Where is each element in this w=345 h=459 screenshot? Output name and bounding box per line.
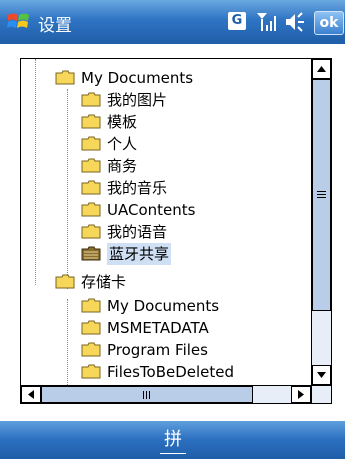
windows-start-icon[interactable] — [6, 9, 32, 35]
tree-node-label: MSMETADATA — [107, 319, 209, 337]
folder-icon — [81, 342, 101, 357]
window-title: 设置 — [38, 16, 72, 36]
folder-tree-content: My Documents 我的图片 模板 个人 商务 我的音乐 UAConten… — [21, 59, 311, 385]
title-bar: 设置 G ok — [0, 0, 345, 44]
scroll-right-button[interactable] — [291, 386, 311, 403]
arrow-up-icon — [317, 66, 326, 72]
vertical-scroll-thumb[interactable] — [312, 79, 331, 311]
arrow-right-icon — [298, 390, 304, 399]
signal-strength-icon[interactable] — [256, 10, 278, 34]
folder-icon — [55, 274, 75, 289]
tree-node-label: 个人 — [107, 135, 138, 153]
tree-node-label: 我的音乐 — [107, 179, 168, 197]
tree-node-label: My Documents — [107, 297, 220, 315]
horizontal-scrollbar[interactable] — [21, 385, 311, 403]
scroll-up-button[interactable] — [312, 59, 331, 79]
tree-guide-line — [35, 59, 36, 285]
volume-icon[interactable] — [284, 11, 306, 33]
softkey-bar: 拼 — [0, 421, 345, 459]
tree-node-label: 存储卡 — [81, 273, 127, 291]
gprs-icon[interactable]: G — [228, 12, 246, 30]
folder-icon — [81, 158, 101, 173]
scrollbar-corner — [311, 385, 331, 403]
tree-node-label: 我的语音 — [107, 223, 168, 241]
folder-icon — [81, 364, 101, 379]
input-method-button[interactable]: 拼 — [160, 427, 186, 454]
horizontal-scroll-thumb[interactable] — [41, 386, 253, 403]
tree-node-label: 商务 — [107, 157, 138, 175]
ok-button[interactable]: ok — [314, 11, 344, 35]
tree-guide-line — [67, 299, 68, 385]
tree-node-label: Program Files — [107, 341, 208, 359]
tree-node-label: UAContents — [107, 201, 196, 219]
arrow-down-icon — [317, 372, 326, 378]
tree-node-label: 我的图片 — [107, 91, 168, 109]
folder-icon — [81, 320, 101, 335]
folder-icon — [55, 70, 75, 85]
folder-icon — [81, 224, 101, 239]
folder-icon — [81, 180, 101, 195]
tree-guide-line — [67, 89, 68, 289]
tree-node-label: My Documents — [81, 69, 194, 87]
scroll-left-button[interactable] — [21, 386, 41, 403]
folder-icon — [81, 136, 101, 151]
scroll-down-button[interactable] — [312, 365, 331, 385]
vertical-scrollbar[interactable] — [311, 59, 331, 385]
folder-tree[interactable]: My Documents 我的图片 模板 个人 商务 我的音乐 UAConten… — [20, 58, 332, 404]
folder-icon — [81, 202, 101, 217]
folder-icon — [81, 114, 101, 129]
shared-folder-icon — [81, 246, 101, 261]
folder-icon — [81, 298, 101, 313]
folder-icon — [81, 92, 101, 107]
tree-node-label: 蓝牙共享 — [107, 243, 172, 265]
tree-node-label: 模板 — [107, 113, 138, 131]
arrow-left-icon — [28, 390, 34, 399]
tree-node-label: FilesToBeDeleted — [107, 363, 235, 381]
